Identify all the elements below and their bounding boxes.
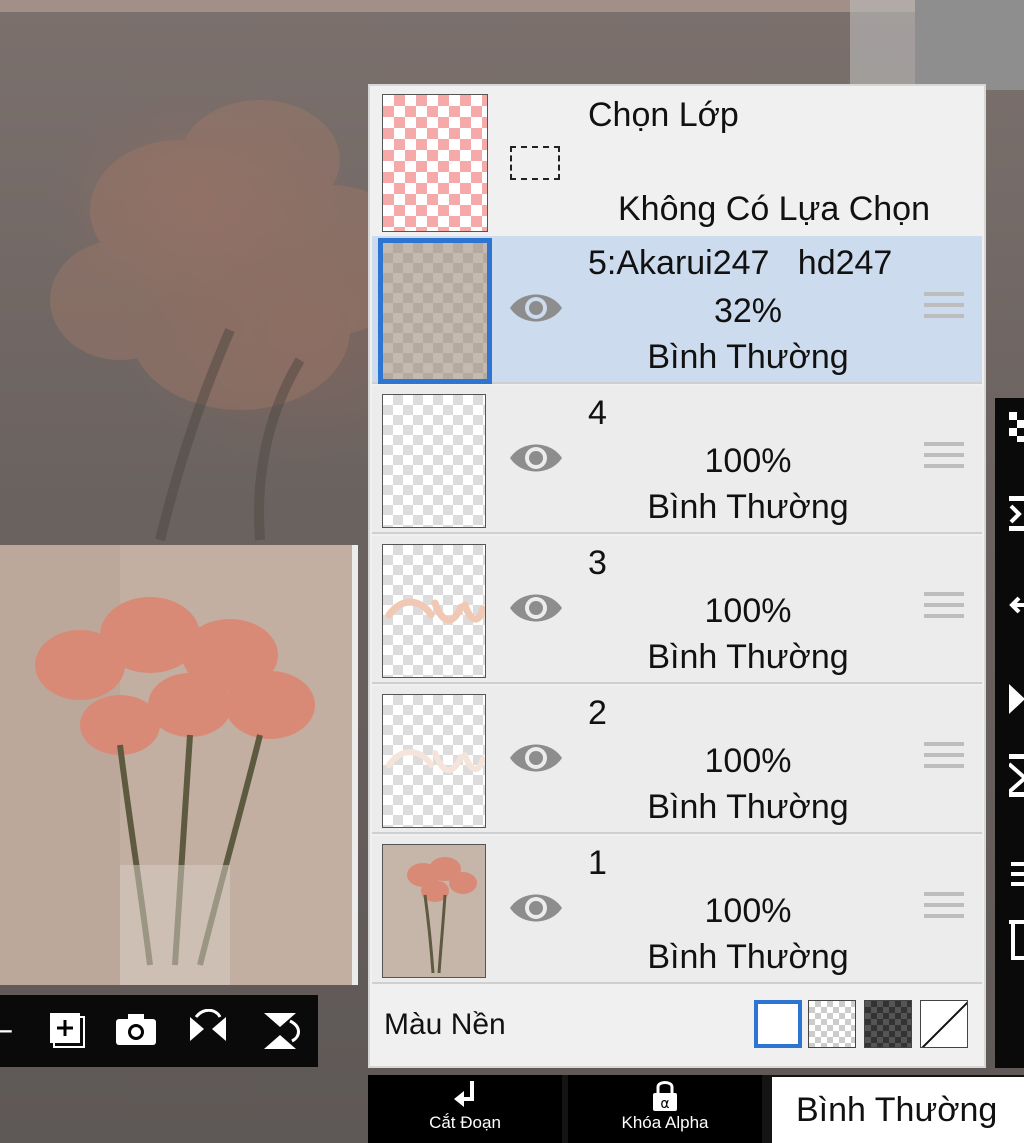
alpha-lock-label: Khóa Alpha — [621, 1113, 709, 1132]
selection-status: Không Có Lựa Chọn — [618, 190, 930, 228]
layer-opacity: 100% — [704, 742, 792, 780]
layer-thumbnail — [382, 844, 486, 978]
right-tool-strip — [995, 398, 1024, 1068]
layer-name: 2 — [588, 694, 607, 732]
layer-blend-mode: Bình Thường — [647, 488, 849, 526]
drag-handle-icon[interactable] — [924, 892, 964, 928]
layer-1-photo — [383, 845, 485, 977]
flip-vertical-icon[interactable] — [258, 1009, 302, 1053]
drag-handle-icon[interactable] — [924, 742, 964, 778]
add-layer-icon[interactable] — [44, 1009, 88, 1053]
drag-handle-icon[interactable] — [924, 592, 964, 628]
selection-layer-row[interactable]: Chọn Lớp Không Có Lựa Chọn — [370, 86, 984, 236]
drag-handle-icon[interactable] — [924, 292, 964, 328]
svg-text:α: α — [660, 1096, 669, 1112]
layer-blend-mode: Bình Thường — [647, 638, 849, 676]
menu-icon[interactable] — [1009, 854, 1024, 886]
camera-icon[interactable] — [114, 1009, 158, 1053]
blend-mode-value: Bình Thường — [796, 1091, 998, 1129]
canvas-preview — [0, 545, 358, 985]
layer-row-1[interactable]: 1 100% Bình Thường — [372, 836, 982, 984]
layer-opacity: 100% — [704, 442, 792, 480]
eye-icon[interactable] — [508, 288, 564, 328]
clipping-label: Cắt Đoạn — [429, 1113, 501, 1132]
selection-marquee-icon — [510, 146, 560, 180]
background-color-row: Màu Nền — [370, 988, 984, 1066]
layer-name: 3 — [588, 544, 607, 582]
layer-thumbnail — [382, 694, 486, 828]
bottom-action-bar: Cắt Đoạn α Khóa Alpha Bình Thường — [368, 1075, 1024, 1143]
selection-title: Chọn Lớp — [588, 96, 739, 134]
tulip-photo — [0, 545, 352, 985]
bg-white-swatch[interactable] — [754, 1000, 802, 1048]
layer-row-4[interactable]: 4 100% Bình Thường — [372, 386, 982, 534]
arrow-left-icon[interactable] — [1009, 590, 1024, 620]
layer-thumbnail — [382, 394, 486, 528]
layer-blend-mode: Bình Thường — [647, 788, 849, 826]
checker-icon[interactable] — [1009, 412, 1024, 442]
trash-icon[interactable] — [1009, 918, 1024, 960]
layer-blend-mode: Bình Thường — [647, 338, 849, 376]
bg-checker-light-swatch[interactable] — [808, 1000, 856, 1048]
background-color-label: Màu Nền — [384, 1008, 506, 1041]
layer-row-5[interactable]: 5:Akarui247 hd247 32% Bình Thường — [372, 236, 982, 384]
drag-handle-icon[interactable] — [924, 442, 964, 478]
lock-icon: α — [568, 1079, 762, 1113]
layer-2-artwork — [386, 749, 485, 773]
blend-mode-selector[interactable]: Bình Thường — [772, 1077, 1024, 1143]
alpha-lock-button[interactable]: α Khóa Alpha — [568, 1075, 762, 1143]
layer-3-artwork — [385, 598, 485, 624]
layer-name: 1 — [588, 844, 607, 882]
layer-row-3[interactable]: 3 100% Bình Thường — [372, 536, 982, 684]
layer-row-2[interactable]: 2 100% Bình Thường — [372, 686, 982, 834]
bg-checker-dark-swatch[interactable] — [864, 1000, 912, 1048]
clip-arrow-icon — [368, 1079, 562, 1113]
play-icon[interactable] — [1009, 682, 1024, 714]
eye-icon[interactable] — [508, 438, 564, 478]
flip-horizontal-icon[interactable] — [186, 1008, 230, 1053]
eye-icon[interactable] — [508, 588, 564, 628]
minus-icon[interactable]: − — [0, 1009, 26, 1053]
layer-blend-mode: Bình Thường — [647, 938, 849, 976]
layer-name: 5:Akarui247 hd247 — [588, 244, 893, 282]
eye-icon[interactable] — [508, 738, 564, 778]
layers-panel: Chọn Lớp Không Có Lựa Chọn 5:Akarui247 h… — [368, 84, 986, 1068]
layer-opacity: 100% — [704, 592, 792, 630]
layer-opacity: 32% — [713, 292, 783, 330]
layer-thumbnail — [378, 238, 492, 384]
layer-thumbnail — [382, 544, 486, 678]
layer-name: 4 — [588, 394, 607, 432]
move-down-icon[interactable] — [1007, 754, 1024, 797]
eye-icon[interactable] — [508, 888, 564, 928]
bg-none-swatch[interactable] — [920, 1000, 968, 1048]
canvas-toolbar: − — [0, 995, 318, 1067]
selection-thumbnail — [382, 94, 488, 232]
clipping-button[interactable]: Cắt Đoạn — [368, 1075, 562, 1143]
layer-opacity: 100% — [704, 892, 792, 930]
merge-icon[interactable] — [1009, 494, 1024, 531]
